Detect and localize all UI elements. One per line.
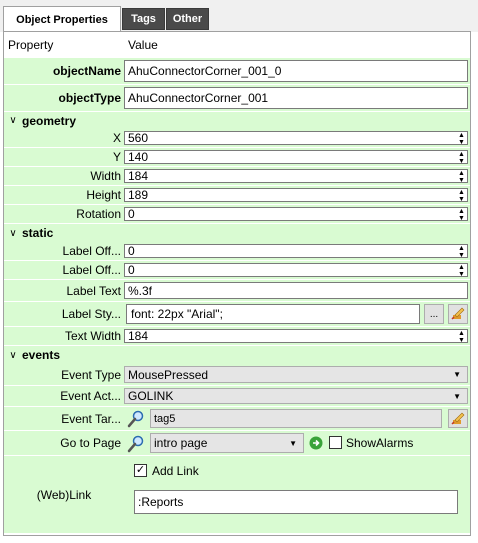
row-y: Y 140 ▲ ▼ xyxy=(4,148,470,167)
row-object-name: objectName AhuConnectorCorner_001_0 xyxy=(4,58,470,85)
row-event-target: Event Tar... tag5 xyxy=(4,407,470,431)
spin-arrows-icon[interactable]: ▲ ▼ xyxy=(457,208,466,222)
width-spinbox[interactable]: 184 xyxy=(124,169,468,183)
property-label: Width xyxy=(4,167,124,186)
object-type-field[interactable]: AhuConnectorCorner_001 xyxy=(124,87,468,109)
row-label-offset-y: Label Off... 0 ▲ ▼ xyxy=(4,261,470,280)
property-panel: Property Value objectName AhuConnectorCo… xyxy=(3,31,471,536)
header-property: Property xyxy=(8,38,54,52)
spin-arrows-icon[interactable]: ▲ ▼ xyxy=(457,132,466,146)
property-label: Label Off... xyxy=(4,261,124,280)
category-events[interactable]: ∨ events xyxy=(4,346,470,364)
row-text-width: Text Width 184 ▲ ▼ xyxy=(4,327,470,346)
row-rotation: Rotation 0 ▲ ▼ xyxy=(4,205,470,224)
label-offset-y-spinbox[interactable]: 0 xyxy=(124,263,468,277)
magnifier-icon[interactable] xyxy=(127,435,145,456)
pencil-eraser-icon[interactable] xyxy=(448,304,468,324)
spin-arrows-icon[interactable]: ▲ ▼ xyxy=(457,264,466,278)
green-arrow-icon[interactable] xyxy=(309,436,323,453)
magnifier-icon[interactable] xyxy=(127,410,145,431)
event-type-dropdown[interactable]: MousePressed ▼ xyxy=(124,366,468,383)
header-row: Property Value xyxy=(4,32,470,58)
show-alarms-label: ShowAlarms xyxy=(346,436,414,450)
property-label: Event Tar... xyxy=(4,407,124,431)
show-alarms-checkbox[interactable] xyxy=(329,436,342,449)
browse-button[interactable]: ... xyxy=(424,304,444,324)
object-name-field[interactable]: AhuConnectorCorner_001_0 xyxy=(124,60,468,82)
property-label: Text Width xyxy=(4,327,124,346)
spin-arrows-icon[interactable]: ▲ ▼ xyxy=(457,245,466,259)
property-label: Event Act... xyxy=(4,386,124,407)
dropdown-arrow-icon[interactable]: ▼ xyxy=(453,392,461,401)
category-geometry[interactable]: ∨ geometry xyxy=(4,112,470,129)
event-target-field[interactable]: tag5 xyxy=(150,409,442,428)
header-value: Value xyxy=(128,38,158,52)
property-label: objectType xyxy=(4,85,124,112)
row-label-offset-x: Label Off... 0 ▲ ▼ xyxy=(4,242,470,261)
web-link-field[interactable]: :Reports xyxy=(134,490,458,514)
tab-object-properties[interactable]: Object Properties xyxy=(3,6,121,32)
row-event-type: Event Type MousePressed ▼ xyxy=(4,364,470,386)
property-label: X xyxy=(4,129,124,148)
label-style-field[interactable]: font: 22px "Arial"; xyxy=(126,304,420,324)
property-label: Label Text xyxy=(4,280,124,302)
tab-other[interactable]: Other xyxy=(166,8,209,30)
row-width: Width 184 ▲ ▼ xyxy=(4,167,470,186)
label-text-field[interactable]: %.3f xyxy=(124,282,468,299)
row-web-link: (Web)Link ✓ Add Link :Reports xyxy=(4,456,470,534)
row-height: Height 189 ▲ ▼ xyxy=(4,186,470,205)
text-width-spinbox[interactable]: 184 xyxy=(124,329,468,343)
x-spinbox[interactable]: 560 xyxy=(124,131,468,145)
spin-arrows-icon[interactable]: ▲ ▼ xyxy=(457,330,466,344)
property-label: Label Sty... xyxy=(4,302,124,327)
pencil-eraser-icon[interactable] xyxy=(448,409,468,428)
event-action-dropdown[interactable]: GOLINK ▼ xyxy=(124,388,468,404)
rotation-spinbox[interactable]: 0 xyxy=(124,207,468,221)
row-go-to-page: Go to Page intro page ▼ ShowAlarms xyxy=(4,431,470,456)
dropdown-arrow-icon[interactable]: ▼ xyxy=(453,370,461,379)
property-label: Event Type xyxy=(4,364,124,386)
tab-bar: Object Properties Tags Other xyxy=(0,0,478,32)
row-event-action: Event Act... GOLINK ▼ xyxy=(4,386,470,407)
dropdown-arrow-icon[interactable]: ▼ xyxy=(289,439,297,448)
property-label: Y xyxy=(4,148,124,167)
chevron-down-icon[interactable]: ∨ xyxy=(4,350,22,361)
chevron-down-icon[interactable]: ∨ xyxy=(4,228,22,239)
row-object-type: objectType AhuConnectorCorner_001 xyxy=(4,85,470,112)
spin-arrows-icon[interactable]: ▲ ▼ xyxy=(457,170,466,184)
chevron-down-icon[interactable]: ∨ xyxy=(4,115,22,126)
property-label: Label Off... xyxy=(4,242,124,261)
tab-tags[interactable]: Tags xyxy=(122,8,165,30)
property-label: Go to Page xyxy=(4,431,124,456)
spin-arrows-icon[interactable]: ▲ ▼ xyxy=(457,189,466,203)
label-offset-x-spinbox[interactable]: 0 xyxy=(124,244,468,258)
property-label: Rotation xyxy=(4,205,124,224)
height-spinbox[interactable]: 189 xyxy=(124,188,468,202)
add-link-checkbox[interactable]: ✓ xyxy=(134,464,147,477)
row-x: X 560 ▲ ▼ xyxy=(4,129,470,148)
category-static[interactable]: ∨ static xyxy=(4,224,470,242)
row-label-style: Label Sty... font: 22px "Arial"; ... xyxy=(4,302,470,327)
spin-arrows-icon[interactable]: ▲ ▼ xyxy=(457,151,466,165)
property-label: (Web)Link xyxy=(4,456,124,534)
add-link-label: Add Link xyxy=(152,464,199,478)
property-label: Height xyxy=(4,186,124,205)
go-to-page-dropdown[interactable]: intro page ▼ xyxy=(150,433,304,453)
row-label-text: Label Text %.3f xyxy=(4,280,470,302)
property-label: objectName xyxy=(4,58,124,85)
y-spinbox[interactable]: 140 xyxy=(124,150,468,164)
